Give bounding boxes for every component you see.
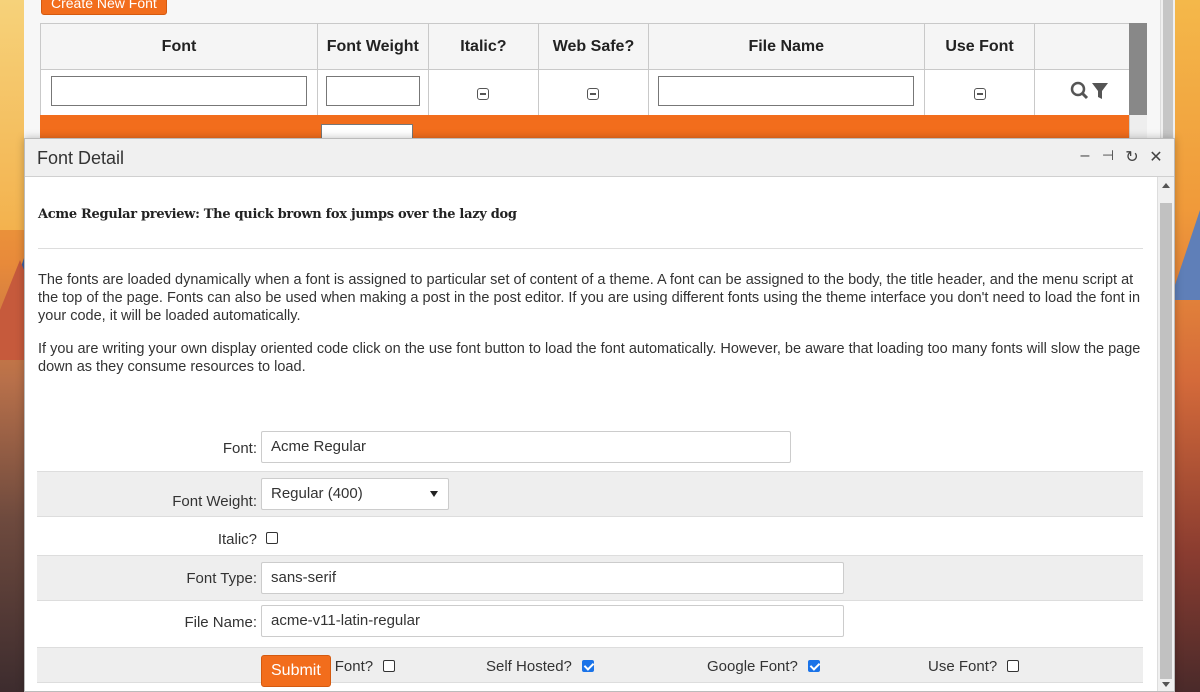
- scroll-down-icon[interactable]: [1162, 682, 1170, 687]
- filter-filename-input[interactable]: [658, 76, 915, 106]
- form-row-options: Web Safe Font? Self Hosted? Google Font?…: [37, 647, 1143, 683]
- column-header-font-weight[interactable]: Font Weight: [317, 23, 429, 70]
- use-font-label: Use Font?: [928, 658, 998, 675]
- google-font-checkbox[interactable]: [808, 660, 820, 672]
- pin-icon[interactable]: ⊣: [1098, 147, 1118, 164]
- close-icon[interactable]: ✕: [1146, 147, 1166, 167]
- create-new-font-button[interactable]: Create New Font: [41, 0, 167, 15]
- font-weight-label: Font Weight:: [172, 493, 257, 510]
- file-name-input[interactable]: acme-v11-latin-regular: [261, 605, 844, 637]
- page-scrollbar-thumb[interactable]: [1163, 0, 1173, 140]
- use-font-checkbox[interactable]: [1007, 660, 1019, 672]
- form-row-font-weight: Font Weight: Regular (400): [37, 471, 1143, 517]
- search-icon[interactable]: [1070, 81, 1089, 100]
- search-filter-icons: [1070, 81, 1109, 100]
- dialog-title: Font Detail: [37, 148, 125, 168]
- grid-scrollbar-track[interactable]: [1129, 115, 1147, 140]
- column-header-use-font[interactable]: Use Font: [923, 23, 1036, 70]
- filter-weight-input[interactable]: [325, 76, 420, 106]
- google-font-label: Google Font?: [707, 658, 798, 675]
- scroll-up-icon[interactable]: [1162, 183, 1170, 188]
- dialog-scrollbar-thumb[interactable]: [1160, 203, 1172, 679]
- font-grid-panel: Create New Font Font Font Weight Italic?…: [24, 0, 1160, 140]
- column-header-web-safe[interactable]: Web Safe?: [538, 23, 649, 70]
- column-header-font[interactable]: Font: [40, 23, 318, 70]
- web-safe-font-checkbox[interactable]: [383, 660, 395, 672]
- file-name-label: File Name:: [184, 614, 257, 631]
- filter-icon[interactable]: [1092, 83, 1109, 99]
- self-hosted-checkbox[interactable]: [582, 660, 594, 672]
- refresh-icon[interactable]: ↻: [1122, 147, 1142, 167]
- filter-italic-checkbox[interactable]: [477, 87, 490, 100]
- info-paragraph-1: The fonts are loaded dynamically when a …: [38, 272, 1141, 324]
- form-row-font-type: Font Type: sans-serif: [37, 555, 1143, 601]
- font-preview: Acme Regular preview: The quick brown fo…: [38, 207, 517, 222]
- column-header-italic[interactable]: Italic?: [427, 23, 540, 70]
- form-row-font: Font: Acme Regular: [37, 427, 1143, 471]
- info-paragraph-2: If you are writing your own display orie…: [38, 341, 1141, 375]
- font-type-input[interactable]: sans-serif: [261, 562, 844, 594]
- font-input[interactable]: Acme Regular: [261, 431, 791, 463]
- font-weight-select[interactable]: Regular (400): [261, 478, 449, 510]
- grid-header-row: Font Font Weight Italic? Web Safe? File …: [40, 23, 1146, 70]
- filter-font-input[interactable]: [51, 76, 307, 106]
- divider: [38, 248, 1143, 249]
- font-label: Font:: [222, 440, 257, 457]
- font-detail-dialog: Font Detail – ⊣ ↻ ✕ Acme Regular preview…: [24, 138, 1175, 692]
- self-hosted-label: Self Hosted?: [486, 658, 572, 675]
- font-weight-value: Regular (400): [271, 485, 363, 502]
- filter-usefont-checkbox[interactable]: [973, 87, 986, 100]
- submit-button[interactable]: Submit: [261, 655, 331, 687]
- minimize-icon[interactable]: –: [1075, 147, 1095, 165]
- form-row-italic: Italic?: [37, 517, 1143, 555]
- grid-scrollbar-thumb[interactable]: [1129, 23, 1147, 115]
- dialog-body: Acme Regular preview: The quick brown fo…: [25, 177, 1157, 691]
- chevron-down-icon: [430, 491, 438, 497]
- dialog-scrollbar[interactable]: [1157, 177, 1174, 691]
- background-right-strip: [1175, 0, 1200, 692]
- italic-label: Italic?: [217, 531, 257, 548]
- selected-grid-row[interactable]: [40, 115, 1129, 140]
- grid-filter-row: [40, 69, 1146, 116]
- italic-checkbox[interactable]: [266, 532, 278, 544]
- font-type-label: Font Type:: [186, 570, 257, 587]
- filter-websafe-checkbox[interactable]: [587, 87, 600, 100]
- form-row-file-name: File Name: acme-v11-latin-regular: [37, 601, 1143, 645]
- font-grid: Font Font Weight Italic? Web Safe? File …: [40, 23, 1146, 116]
- dialog-titlebar[interactable]: Font Detail – ⊣ ↻ ✕: [25, 139, 1174, 177]
- column-header-file-name[interactable]: File Name: [647, 23, 925, 70]
